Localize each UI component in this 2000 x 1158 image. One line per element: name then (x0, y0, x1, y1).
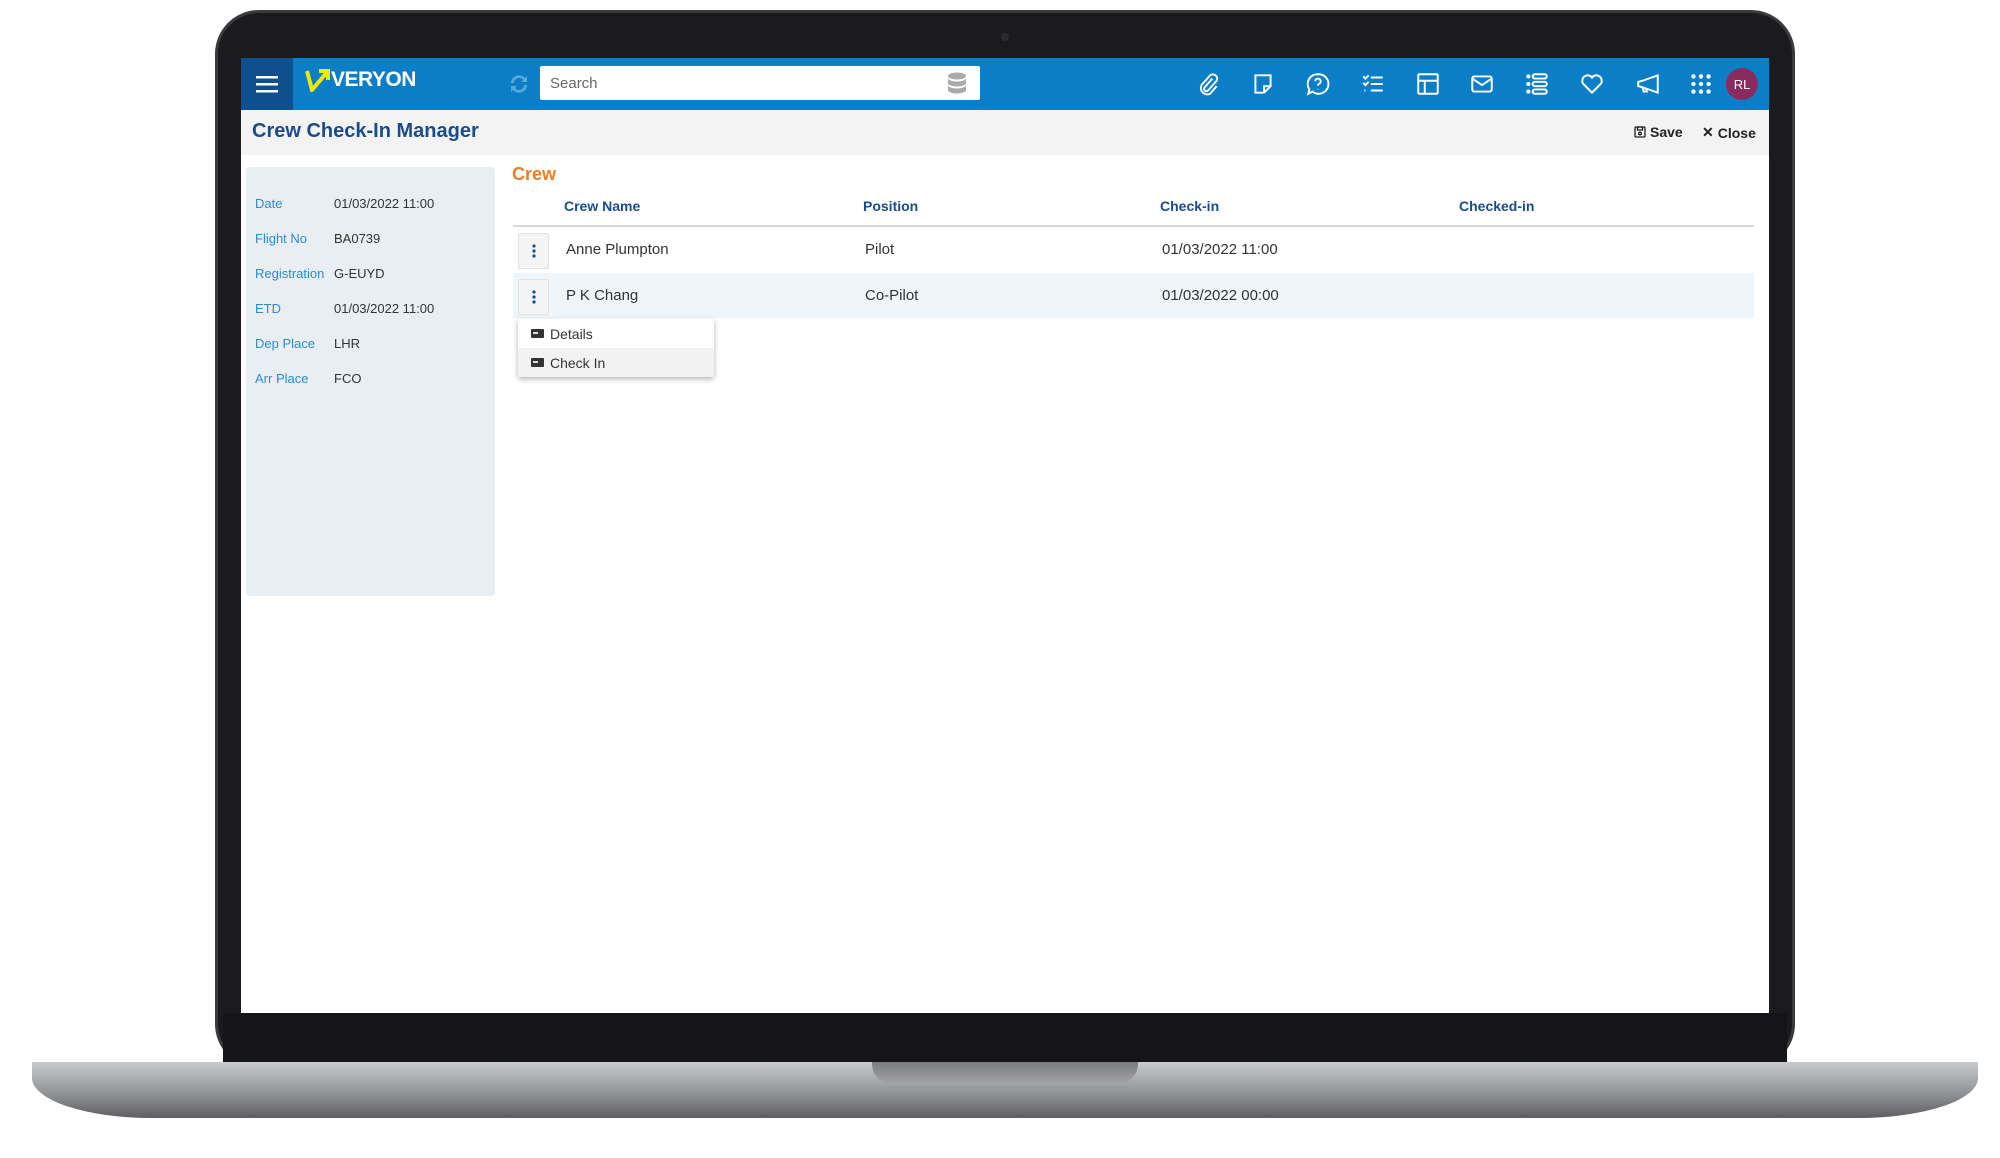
column-header-checked-in[interactable]: Checked-in (1459, 198, 1534, 214)
title-bar: Crew Check-In Manager Save ✕ Close (241, 110, 1769, 155)
field-label: Flight No (255, 231, 308, 246)
crew-checkin: 01/03/2022 00:00 (1162, 287, 1279, 304)
sync-icon[interactable] (507, 72, 531, 96)
menu-item-check-in[interactable]: Check In (518, 348, 714, 377)
field-value: 01/03/2022 11:00 (334, 196, 435, 211)
hamburger-icon (256, 76, 278, 93)
save-label: Save (1650, 124, 1683, 140)
menu-item-label: Details (550, 325, 593, 342)
kebab-icon (531, 244, 536, 258)
menu-item-details[interactable]: Details (518, 319, 714, 348)
avatar[interactable]: RL (1726, 68, 1758, 100)
field-label: Date (255, 196, 283, 211)
field-value: 01/03/2022 11:00 (334, 301, 435, 316)
field-value: BA0739 (334, 231, 381, 246)
note-icon[interactable] (1250, 71, 1276, 97)
crew-heading: Crew (512, 164, 557, 184)
field-value: LHR (334, 336, 361, 351)
heart-icon[interactable] (1579, 71, 1605, 97)
row-context-menu: Details Check In (518, 319, 714, 377)
crew-position: Pilot (865, 241, 895, 258)
close-icon: ✕ (1702, 124, 1714, 140)
crew-position: Co-Pilot (865, 287, 919, 304)
list-icon[interactable] (1524, 71, 1550, 97)
logo: VERYON (305, 68, 416, 92)
column-header-crew-name[interactable]: Crew Name (564, 198, 640, 214)
field-label: Arr Place (255, 371, 309, 386)
layout-icon[interactable] (1415, 71, 1441, 97)
menu-button[interactable] (241, 58, 293, 110)
column-header-position[interactable]: Position (863, 198, 918, 214)
field-label: ETD (255, 301, 281, 316)
laptop-notch (872, 1062, 1138, 1084)
checklist-icon[interactable] (1360, 71, 1386, 97)
id-card-icon (531, 358, 544, 367)
brand-name: VERYON (331, 68, 416, 91)
database-icon[interactable] (947, 72, 967, 96)
menu-item-label: Check In (550, 354, 606, 371)
top-bar: VERYON RL (241, 58, 1769, 110)
close-button[interactable]: ✕ Close (1702, 124, 1756, 141)
close-label: Close (1717, 124, 1756, 141)
megaphone-icon[interactable] (1635, 71, 1661, 97)
kebab-icon (531, 290, 536, 304)
logo-mark-icon (305, 69, 330, 92)
crew-checkin: 01/03/2022 11:00 (1162, 241, 1278, 258)
field-value: G-EUYD (334, 266, 385, 281)
app-screen: VERYON RL Crew Check-In Manager Save ✕ C… (241, 58, 1769, 1013)
camera (1001, 33, 1009, 41)
paperclip-icon[interactable] (1195, 71, 1221, 97)
search-input[interactable] (540, 66, 980, 100)
column-header-check-in[interactable]: Check-in (1160, 198, 1219, 214)
help-chat-icon[interactable] (1305, 71, 1331, 97)
crew-name: Anne Plumpton (566, 241, 669, 258)
field-label: Registration (255, 266, 325, 281)
apps-grid-icon[interactable] (1688, 71, 1714, 97)
row-actions-button[interactable] (518, 233, 549, 269)
save-icon (1634, 126, 1646, 138)
page-title: Crew Check-In Manager (252, 120, 479, 142)
flight-details-panel: Date 01/03/2022 11:00 Flight No BA0739 Reg… (246, 167, 495, 596)
save-button[interactable]: Save (1634, 124, 1683, 140)
table-row[interactable]: P K Chang Co-Pilot 01/03/2022 00:00 (513, 273, 1754, 318)
field-label: Dep Place (255, 336, 315, 351)
mail-icon[interactable] (1469, 71, 1495, 97)
crew-name: P K Chang (566, 287, 639, 304)
laptop-chin (223, 1013, 1787, 1063)
table-row[interactable]: Anne Plumpton Pilot 01/03/2022 11:00 (513, 227, 1754, 272)
field-value: FCO (334, 371, 362, 386)
id-card-icon (531, 329, 544, 338)
row-actions-button[interactable] (518, 279, 549, 315)
